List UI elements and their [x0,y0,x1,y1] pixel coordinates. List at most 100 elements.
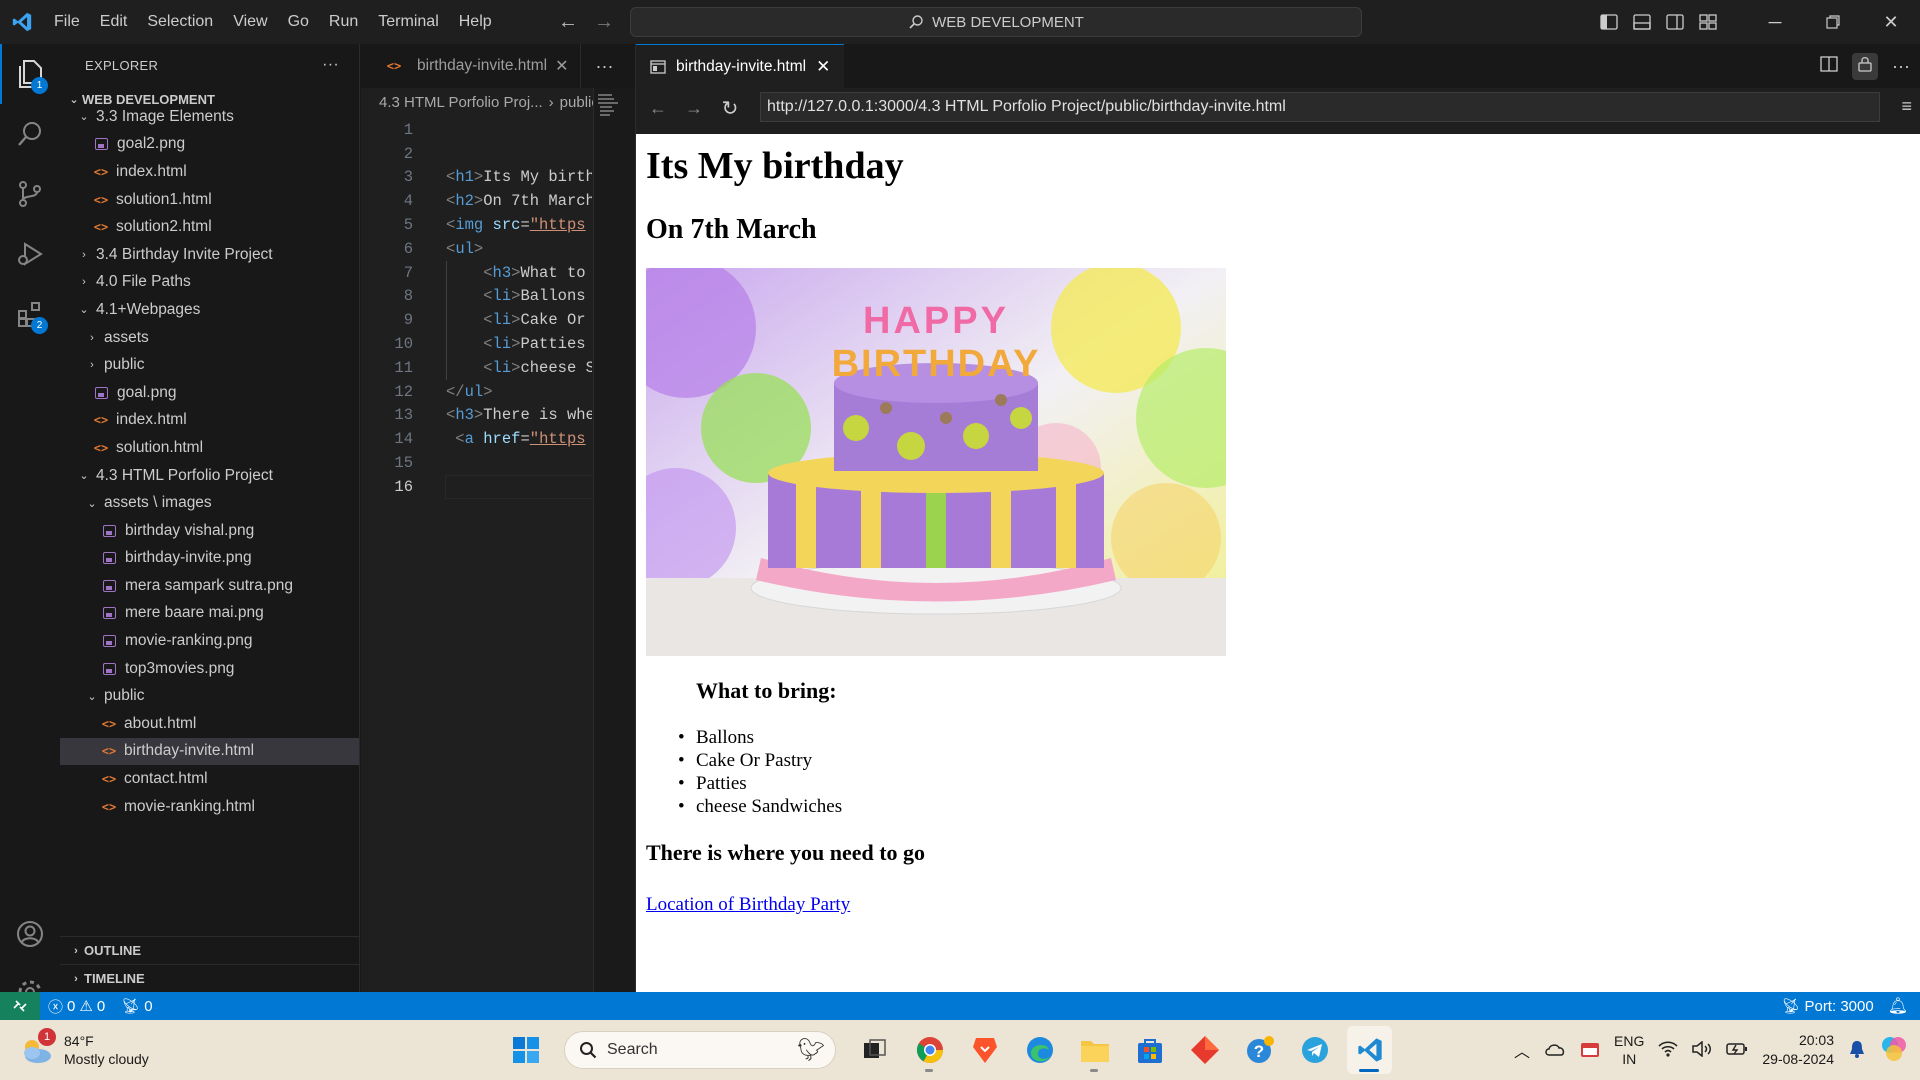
tree-folder[interactable]: ⌄ 4.3 HTML Porfolio Project [60,462,359,490]
tree-file[interactable]: birthday-invite.png [60,545,359,573]
file-explorer-icon[interactable] [1072,1026,1117,1074]
close-preview-tab-icon[interactable]: ✕ [816,57,830,77]
copilot-icon[interactable] [1880,1035,1908,1066]
customize-layout-icon[interactable] [1691,0,1724,44]
code-line[interactable]: 2 [361,142,591,166]
code-line[interactable]: 3 <h1>Its My birthday [361,166,592,190]
vscode-taskbar-icon[interactable] [1347,1026,1392,1074]
remote-indicator-icon[interactable] [0,992,40,1020]
ports-indicator[interactable]: 📡︎ 0 [113,997,160,1016]
microsoft-store-icon[interactable] [1127,1026,1172,1074]
tree-file[interactable]: <> movie-ranking.html [60,793,359,821]
weather-widget[interactable]: 1 84°F Mostly cloudy [18,1028,149,1072]
code-line[interactable]: 1 [361,118,591,142]
menu-file[interactable]: File [44,0,90,44]
volume-icon[interactable] [1692,1039,1712,1060]
menu-terminal[interactable]: Terminal [368,0,448,44]
tree-folder[interactable]: › 3.4 Birthday Invite Project [60,241,359,269]
tray-overflow-chevron-icon[interactable]: ︿ [1514,1038,1530,1062]
tree-file[interactable]: movie-ranking.png [60,627,359,655]
outline-section-header[interactable]: › OUTLINE [60,936,359,964]
code-line[interactable]: 6 <ul> [361,237,591,261]
close-tab-icon[interactable]: ✕ [555,56,568,76]
preview-menu-icon[interactable]: ≡ [1901,96,1912,117]
menu-run[interactable]: Run [319,0,368,44]
menu-selection[interactable]: Selection [137,0,223,44]
tree-file[interactable]: <> contact.html [60,765,359,793]
tree-file[interactable]: <> index.html [60,407,359,435]
restore-icon[interactable] [1804,0,1862,44]
extensions-icon[interactable]: 2 [0,284,60,344]
breadcrumb-folder[interactable]: 4.3 HTML Porfolio Proj... [379,94,543,111]
code-line[interactable]: 15 [361,451,591,475]
tree-folder[interactable]: ⌄ 4.1+Webpages [60,296,359,324]
preview-more-actions-icon[interactable]: ··· [1892,56,1910,77]
tree-folder[interactable]: ⌄ assets \ images [60,489,359,517]
tree-file[interactable]: <> about.html [60,710,359,738]
tree-file[interactable]: <> solution1.html [60,186,359,214]
code-line[interactable]: 14 <a href="https [361,427,591,451]
tree-folder[interactable]: › 4.0 File Paths [60,269,359,297]
lock-group-icon[interactable] [1852,52,1879,80]
office-app-icon[interactable] [1182,1026,1227,1074]
chrome-icon[interactable] [907,1026,952,1074]
telegram-icon[interactable] [1292,1026,1337,1074]
code-line[interactable]: 9 <li>Cake Or Pastry [361,308,591,332]
tree-file[interactable]: birthday vishal.png [60,517,359,545]
source-control-icon[interactable] [0,164,60,224]
calendar-app-icon[interactable] [1580,1040,1600,1061]
taskbar-search[interactable]: Search 🐦︎ [564,1031,836,1069]
tree-file[interactable]: mere baare mai.png [60,600,359,628]
reload-icon[interactable]: ↻ [712,90,748,126]
tree-file[interactable]: <> birthday-invite.html [60,737,359,766]
timeline-section-header[interactable]: › TIMELINE [60,964,359,992]
tree-file[interactable]: <> solution2.html [60,213,359,241]
code-line[interactable]: 11 <li>cheese Sandwiches [361,356,592,380]
battery-charging-icon[interactable] [1726,1042,1748,1059]
code-line[interactable]: 10 <li>Patties [361,332,591,356]
clock[interactable]: 20:03 29-08-2024 [1762,1031,1834,1069]
menu-go[interactable]: Go [278,0,319,44]
forward-arrow-icon[interactable]: → [594,11,614,34]
wifi-icon[interactable] [1658,1040,1678,1060]
problems-indicator[interactable]: ⓧ 0 ⚠ 0 [40,996,113,1017]
notifications-bell-icon[interactable]: 🔔︎ [1888,996,1908,1016]
tree-file[interactable]: goal2.png [60,131,359,159]
code-line[interactable]: 13 <h3>There is where you need to go [361,404,592,428]
preview-forward-icon[interactable]: → [676,90,712,126]
toggle-panel-icon[interactable] [1625,0,1658,44]
code-line[interactable]: 4 <h2>On 7th March [361,189,592,213]
tree-file[interactable]: <> index.html [60,158,359,186]
split-editor-icon[interactable] [1820,55,1838,77]
command-center-search[interactable]: WEB DEVELOPMENT [630,7,1362,37]
code-line[interactable]: 7 <h3>What to bring: [361,261,591,285]
location-link[interactable]: Location of Birthday Party [646,894,850,915]
tree-file[interactable]: mera sampark sutra.png [60,572,359,600]
editor-tab[interactable]: <> birthday-invite.html ✕ [361,44,582,88]
get-help-icon[interactable]: ? [1237,1026,1282,1074]
preview-back-icon[interactable]: ← [640,90,676,126]
search-icon[interactable] [0,104,60,164]
brave-icon[interactable] [962,1026,1007,1074]
minimize-icon[interactable]: ─ [1746,0,1804,44]
accounts-icon[interactable] [0,904,60,964]
minimap[interactable] [593,88,635,992]
close-window-icon[interactable]: ✕ [1862,0,1920,44]
url-input[interactable]: http://127.0.0.1:3000/4.3 HTML Porfolio … [760,92,1880,122]
task-view-icon[interactable] [852,1026,897,1074]
notification-bell-icon[interactable] [1848,1039,1866,1062]
tree-file[interactable]: goal.png [60,379,359,407]
explorer-icon[interactable]: 1 [0,44,60,104]
code-line[interactable]: 8 <li>Ballons [361,285,591,309]
toggle-primary-sidebar-icon[interactable] [1592,0,1625,44]
toggle-secondary-sidebar-icon[interactable] [1658,0,1691,44]
menu-edit[interactable]: Edit [90,0,138,44]
code-line[interactable]: 16 [361,475,591,499]
code-line[interactable]: 5 <img src="https [361,213,591,237]
onedrive-cloud-icon[interactable] [1544,1042,1566,1059]
tree-folder[interactable]: ⌄ public [60,682,359,710]
code-line[interactable]: 12 </ul> [361,380,591,404]
windows-start-icon[interactable] [503,1026,548,1074]
more-actions-icon[interactable]: ··· [322,56,339,74]
back-arrow-icon[interactable]: ← [558,11,578,34]
